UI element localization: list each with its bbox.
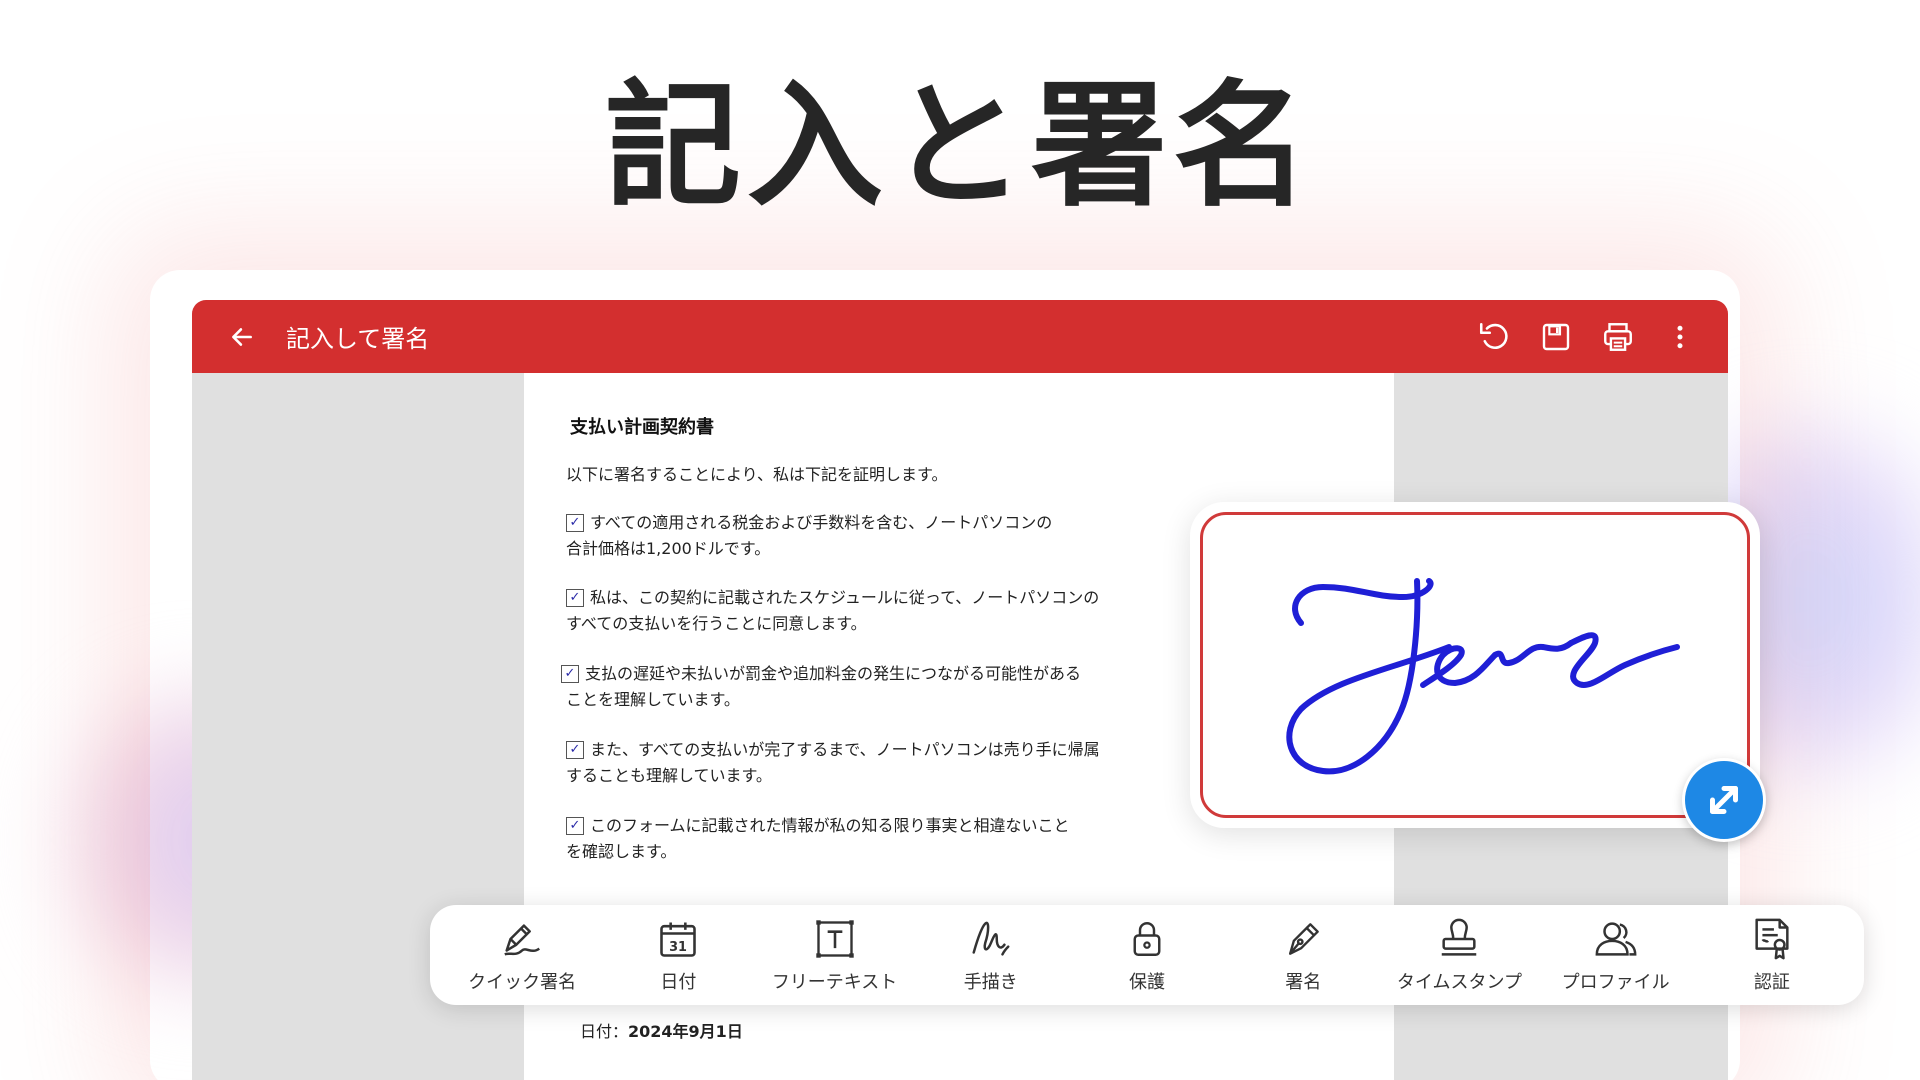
app-bar: 記入して署名 (192, 300, 1728, 373)
freehand-icon (972, 921, 1010, 956)
tool-profile[interactable]: プロファイル (1541, 916, 1691, 994)
checkbox-checked[interactable]: ✓ (566, 589, 584, 607)
list-item: ✓ 私は、この契約に記載されたスケジュールに従って、ノートパソコンの すべての支払… (566, 585, 1146, 637)
tool-signature[interactable]: 署名 (1228, 916, 1378, 994)
item-text-line1: 私は、この契約に記載されたスケジュールに従って、ノートパソコンの (590, 588, 1100, 607)
item-text-line1: このフォームに記載された情報が私の知る限り事実と相違ないこと (590, 816, 1070, 835)
date-value: 2024年9月1日 (628, 1022, 743, 1041)
app-bar-actions (1474, 300, 1700, 373)
checkbox-checked[interactable]: ✓ (566, 514, 584, 532)
item-text-line1: すべての適用される税金および手数料を含む、ノートパソコンの (590, 513, 1053, 532)
document-date: 日付：2024年9月1日 (580, 1018, 743, 1042)
save-icon (1542, 323, 1570, 350)
checkbox-checked[interactable]: ✓ (566, 741, 584, 759)
printer-icon (1604, 322, 1632, 351)
text-box-icon (815, 920, 854, 958)
more-options-button[interactable] (1660, 317, 1700, 357)
item-text-line2: 合計価格は1,200ドルです。 (566, 539, 771, 558)
print-button[interactable] (1598, 317, 1638, 357)
list-item: ✓ このフォームに記載された情報が私の知る限り事実と相違ないこと を確認します。 (566, 813, 1146, 865)
svg-text:31: 31 (669, 940, 687, 955)
profile-icon (1595, 922, 1637, 956)
stamp-icon (1442, 918, 1477, 956)
annotation-toolbar: クイック署名 31 日付 フリーテキスト 手描き 保護 署名 タイムスタンプ プ… (430, 905, 1864, 1005)
item-text-line2: すべての支払いを行うことに同意します。 (566, 614, 867, 633)
lock-icon (1133, 922, 1161, 956)
undo-button[interactable] (1474, 317, 1514, 357)
tool-quick-sign[interactable]: クイック署名 (447, 916, 597, 994)
hero-title: 記入と署名 (605, 68, 1315, 226)
item-text-line1: 支払の遅延や未払いが罰金や追加料金の発生につながる可能性がある (585, 664, 1082, 683)
more-vertical-icon (1677, 325, 1683, 348)
list-item: ✓ すべての適用される税金および手数料を含む、ノートパソコンの 合計価格は1,20… (566, 510, 1146, 562)
item-text-line2: することも理解しています。 (566, 766, 772, 785)
resize-handle-button[interactable] (1682, 758, 1766, 842)
list-item: ✓ また、すべての支払いが完了するまで、ノートパソコンは売り手に帰属 することも理… (566, 737, 1146, 789)
back-button[interactable] (222, 317, 262, 357)
tool-protect[interactable]: 保護 (1072, 916, 1222, 994)
date-label: 日付： (580, 1022, 629, 1041)
tool-timestamp[interactable]: タイムスタンプ (1384, 916, 1534, 994)
tool-certify[interactable]: 認証 (1697, 916, 1847, 994)
document-title: 支払い計画契約書 (570, 417, 714, 438)
certificate-icon (1755, 918, 1789, 960)
pen-nib-icon (1289, 923, 1320, 955)
calendar-icon: 31 (660, 922, 697, 957)
resize-arrows-icon (1710, 786, 1738, 814)
tool-date[interactable]: 31 日付 (603, 916, 753, 994)
checkbox-checked[interactable]: ✓ (566, 817, 584, 835)
tool-freehand[interactable]: 手描き (916, 916, 1066, 994)
arrow-left-icon (232, 327, 252, 346)
document-intro: 以下に署名することにより、私は下記を証明します。 (566, 465, 948, 484)
save-button[interactable] (1536, 317, 1576, 357)
list-item: ✓ 支払の遅延や未払いが罰金や追加料金の発生につながる可能性がある ことを理解して… (561, 661, 1141, 713)
item-text-line2: ことを理解しています。 (566, 690, 740, 709)
quick-sign-icon (504, 924, 541, 956)
app-bar-title: 記入して署名 (286, 325, 430, 353)
item-text-line2: を確認します。 (566, 842, 677, 861)
signature-frame[interactable] (1200, 512, 1750, 818)
checkbox-checked[interactable]: ✓ (561, 665, 579, 683)
signature-card[interactable] (1190, 502, 1760, 828)
undo-icon (1479, 322, 1508, 349)
signature-drawing (1286, 578, 1680, 775)
item-text-line1: また、すべての支払いが完了するまで、ノートパソコンは売り手に帰属 (590, 740, 1100, 759)
tool-free-text[interactable]: フリーテキスト (760, 916, 910, 994)
